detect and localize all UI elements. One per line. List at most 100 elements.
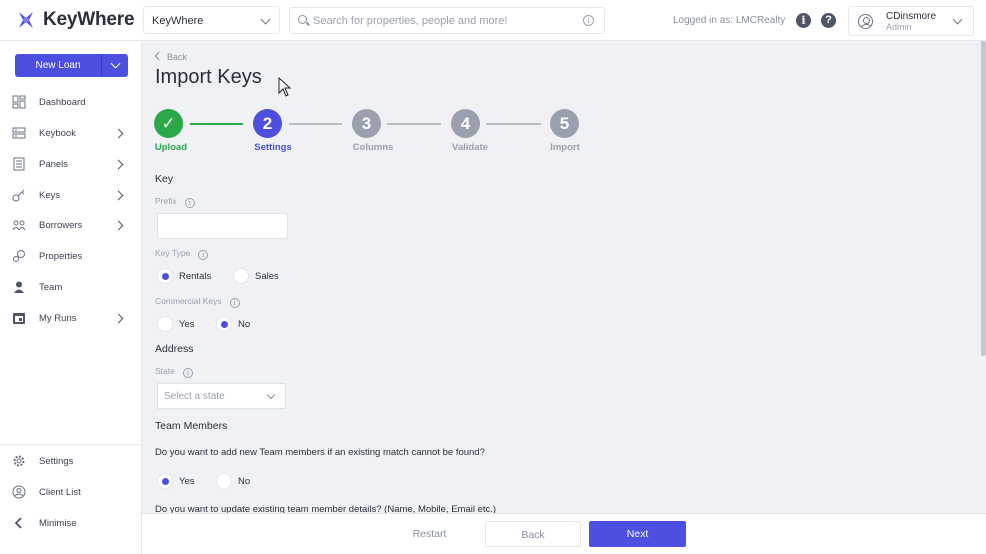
chevron-right-icon xyxy=(113,190,124,201)
mouse-cursor-icon xyxy=(278,77,292,97)
workspace-value: KeyWhere xyxy=(152,15,204,27)
add-team-yes-radio[interactable] xyxy=(157,473,173,489)
section-team-members-heading: Team Members xyxy=(155,420,228,432)
question-add-team-members: Do you want to add new Team members if a… xyxy=(155,447,485,458)
info-circle-icon[interactable]: i xyxy=(796,13,811,28)
info-icon[interactable]: i xyxy=(198,250,209,260)
prefix-input[interactable] xyxy=(157,213,288,239)
commercial-yes-radio[interactable] xyxy=(157,316,173,332)
chevron-right-icon xyxy=(113,220,124,231)
dashboard-icon xyxy=(12,95,26,109)
back-link[interactable]: Back xyxy=(156,52,187,62)
new-loan-button[interactable]: New Loan xyxy=(15,54,128,77)
sidebar-item-my-runs[interactable]: My Runs xyxy=(0,307,141,331)
step-settings-circle: 2 xyxy=(253,109,282,138)
back-button[interactable]: Back xyxy=(485,521,581,547)
step-settings-label: Settings xyxy=(254,142,292,153)
client-list-icon xyxy=(12,485,26,499)
chevron-right-icon xyxy=(113,128,124,139)
key-type-rentals-label: Rentals xyxy=(179,271,212,282)
workspace-select[interactable]: KeyWhere xyxy=(143,6,280,34)
search-box[interactable]: i xyxy=(289,7,605,34)
help-icon[interactable]: ? xyxy=(821,13,836,28)
restart-button[interactable]: Restart xyxy=(382,521,477,547)
wizard-footer: Restart Back Next xyxy=(142,513,986,554)
user-role: Admin xyxy=(886,22,912,32)
chevron-right-icon xyxy=(113,313,124,324)
new-loan-label: New Loan xyxy=(35,60,81,71)
top-bar: KeyWhere KeyWhere i Logged in as: LMCRea… xyxy=(0,0,986,41)
key-type-rentals-radio[interactable] xyxy=(157,268,173,284)
borrowers-icon xyxy=(12,220,26,231)
divider xyxy=(0,444,141,445)
add-team-yes-label: Yes xyxy=(179,476,195,487)
state-select[interactable]: Select a state xyxy=(157,383,286,409)
info-icon[interactable]: i xyxy=(184,198,195,208)
next-button[interactable]: Next xyxy=(589,521,686,547)
page-title: Import Keys xyxy=(155,66,262,88)
sidebar-item-keybook[interactable]: Keybook xyxy=(0,122,141,146)
info-icon[interactable]: i xyxy=(182,368,193,378)
sidebar-item-label: Keybook xyxy=(39,128,76,139)
sidebar-item-label: Panels xyxy=(39,159,69,170)
prefix-label-text: Prefix xyxy=(155,196,177,206)
chevron-down-icon xyxy=(952,14,963,25)
calendar-icon xyxy=(13,313,25,324)
step-connector xyxy=(190,123,243,125)
user-menu[interactable]: CDinsmore Admin xyxy=(848,6,974,36)
chevron-left-icon xyxy=(14,517,22,529)
commercial-no-label: No xyxy=(238,319,251,330)
key-icon xyxy=(12,189,25,202)
add-team-no-label: No xyxy=(238,476,251,487)
add-team-no-radio[interactable] xyxy=(216,473,232,489)
commercial-no-radio[interactable] xyxy=(216,316,232,332)
user-name: CDinsmore xyxy=(886,11,937,22)
step-upload-label: Upload xyxy=(154,142,188,153)
sidebar-item-minimise[interactable]: Minimise xyxy=(0,512,141,536)
info-icon[interactable]: i xyxy=(229,298,240,308)
logged-in-text: Logged in as: LMCRealty xyxy=(673,15,786,26)
sidebar-item-team[interactable]: Team xyxy=(0,276,141,300)
chevron-down-icon[interactable] xyxy=(110,58,121,69)
gear-icon xyxy=(13,455,25,467)
avatar-icon xyxy=(858,14,873,29)
chevron-right-icon xyxy=(113,159,124,170)
chevron-down-icon xyxy=(260,14,271,25)
step-connector xyxy=(387,123,441,125)
sidebar-item-keys[interactable]: Keys xyxy=(0,184,141,208)
sidebar-item-properties[interactable]: Properties xyxy=(0,245,141,269)
step-connector xyxy=(486,123,541,125)
section-address-heading: Address xyxy=(155,343,194,355)
state-label-text: State xyxy=(155,366,175,376)
divider xyxy=(101,54,102,77)
step-import-circle: 5 xyxy=(550,109,579,138)
sidebar-item-client-list[interactable]: Client List xyxy=(0,481,141,505)
chevron-down-icon xyxy=(266,390,276,400)
sidebar-item-borrowers[interactable]: Borrowers xyxy=(0,214,141,238)
sidebar-item-label: Settings xyxy=(39,456,74,467)
step-upload-circle: ✓ xyxy=(154,109,183,138)
sidebar-item-label: Dashboard xyxy=(39,97,86,108)
state-placeholder: Select a state xyxy=(164,391,225,402)
key-type-label: Key Type i xyxy=(155,248,209,260)
panels-icon xyxy=(13,157,25,171)
step-columns-circle: 3 xyxy=(352,109,381,138)
app-logo[interactable]: KeyWhere xyxy=(15,9,135,31)
commercial-keys-label-text: Commercial Keys xyxy=(155,296,222,306)
sidebar-item-label: Team xyxy=(39,282,63,293)
scrollbar[interactable] xyxy=(981,41,986,356)
info-icon[interactable]: i xyxy=(583,15,594,26)
search-input[interactable] xyxy=(313,13,573,29)
key-type-sales-radio[interactable] xyxy=(233,268,249,284)
keywhere-logo-icon xyxy=(19,12,33,28)
sidebar-item-dashboard[interactable]: Dashboard xyxy=(0,91,141,115)
step-validate-label: Validate xyxy=(452,142,488,153)
commercial-keys-label: Commercial Keys i xyxy=(155,296,240,308)
key-type-label-text: Key Type xyxy=(155,248,191,258)
state-label: State i xyxy=(155,366,193,378)
step-import-label: Import xyxy=(550,142,580,153)
section-key-heading: Key xyxy=(155,173,174,185)
sidebar-item-panels[interactable]: Panels xyxy=(0,153,141,177)
sidebar-item-settings[interactable]: Settings xyxy=(0,450,141,474)
properties-icon xyxy=(13,250,25,262)
